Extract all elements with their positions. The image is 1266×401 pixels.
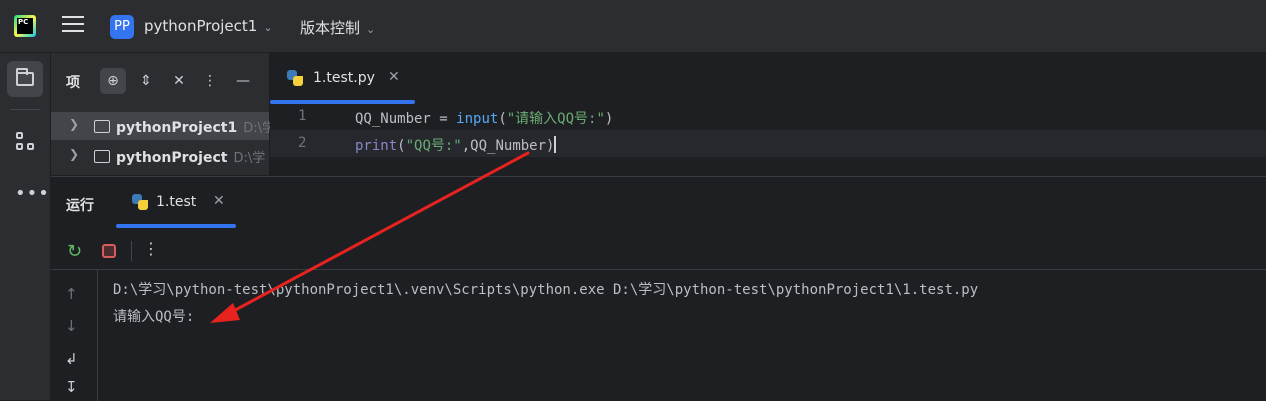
code-editor[interactable]: 1.test.py ✕ 1 QQ_Number = input("请输入QQ号:… <box>270 53 1266 175</box>
stop-icon[interactable] <box>102 244 116 258</box>
arrow-up-icon[interactable]: ↑ <box>65 285 78 303</box>
python-file-icon <box>287 70 303 86</box>
collapse-all-icon[interactable]: ✕ <box>166 68 192 94</box>
run-tab[interactable]: 1.test ✕ <box>116 177 236 229</box>
more-horizontal-icon: ••• <box>15 183 50 204</box>
console-output[interactable]: D:\学习\python-test\pythonProject1\.venv\S… <box>113 277 978 331</box>
options-icon[interactable]: ⋮ <box>197 68 223 94</box>
divider <box>131 241 132 261</box>
rerun-icon[interactable]: ↻ <box>67 241 82 262</box>
chevron-right-icon[interactable]: ❯ <box>69 147 79 161</box>
arrow-down-icon[interactable]: ↓ <box>65 317 78 335</box>
pycharm-logo-icon[interactable]: PC <box>14 15 36 37</box>
divider <box>10 109 40 110</box>
locate-file-icon[interactable]: ⊕ <box>100 68 126 94</box>
project-switcher[interactable]: pythonProject1 ⌄ <box>144 17 273 35</box>
hamburger-menu-icon[interactable] <box>62 16 84 36</box>
run-panel-title: 运行 <box>66 198 94 214</box>
close-icon[interactable]: ✕ <box>213 193 225 209</box>
project-name: pythonProject1 <box>144 17 258 35</box>
folder-icon <box>94 150 110 163</box>
tree-item-pythonproject[interactable]: ❯ pythonProject D:\学 <box>51 142 269 170</box>
run-toolbar: ↻ ⋮ <box>51 233 1266 270</box>
python-file-icon <box>132 194 148 210</box>
chevron-down-icon: ⌄ <box>366 23 376 36</box>
folder-icon <box>16 68 34 86</box>
code-line-2[interactable]: 2 print("QQ号:",QQ_Number) <box>270 130 1266 157</box>
line-number: 1 <box>298 108 307 124</box>
chevron-down-icon: ⌄ <box>263 21 273 34</box>
options-icon[interactable]: ⋮ <box>143 239 159 258</box>
run-tab-label: 1.test <box>156 194 197 210</box>
code-text: print("QQ号:",QQ_Number) <box>355 136 557 154</box>
text-caret <box>554 136 557 153</box>
tree-item-label: pythonProject1 D:\学 <box>116 120 275 136</box>
left-tool-strip: ••• <box>0 53 51 400</box>
editor-tab-label: 1.test.py <box>313 70 375 86</box>
project-tool-button[interactable] <box>7 61 43 97</box>
editor-tab[interactable]: 1.test.py ✕ <box>270 53 415 105</box>
active-tab-indicator <box>116 224 236 228</box>
scroll-to-end-icon[interactable]: ↧ <box>65 378 78 396</box>
project-panel-title: 项 <box>66 75 80 91</box>
expand-all-icon[interactable]: ⇕ <box>133 68 159 94</box>
soft-wrap-icon[interactable]: ↲ <box>65 350 78 368</box>
code-text: QQ_Number = input("请输入QQ号:") <box>355 111 614 127</box>
hide-panel-icon[interactable]: — <box>230 68 256 94</box>
title-bar: PC PP pythonProject1 ⌄ 版本控制 ⌄ <box>0 0 1266 53</box>
project-badge[interactable]: PP <box>110 15 134 39</box>
structure-tool-button[interactable] <box>7 123 43 159</box>
tree-item-path: D:\学 <box>233 151 266 166</box>
vcs-menu[interactable]: 版本控制 ⌄ <box>300 17 375 38</box>
console-line: 请输入QQ号: <box>113 309 195 325</box>
project-panel: 项 ⊕ ⇕ ✕ ⋮ — ❯ pythonProject1 D:\学 ❯ pytho… <box>51 53 275 175</box>
vcs-label: 版本控制 <box>300 19 361 37</box>
line-number: 2 <box>298 135 307 151</box>
structure-icon <box>16 132 36 152</box>
tree-item-label: pythonProject D:\学 <box>116 150 266 166</box>
code-line-1[interactable]: 1 QQ_Number = input("请输入QQ号:") <box>270 103 1266 130</box>
close-icon[interactable]: ✕ <box>388 69 400 85</box>
tree-item-pythonproject1[interactable]: ❯ pythonProject1 D:\学 <box>51 112 275 140</box>
console-side-toolbar: ↑ ↓ ↲ ↧ <box>51 270 98 401</box>
folder-icon <box>94 120 110 133</box>
console-line: D:\学习\python-test\pythonProject1\.venv\S… <box>113 282 979 298</box>
more-tools-button[interactable]: ••• <box>7 175 49 211</box>
chevron-right-icon[interactable]: ❯ <box>69 117 79 131</box>
run-panel: 运行 1.test ✕ ↻ ⋮ ↑ ↓ ↲ ↧ D:\学习\python-tes… <box>51 176 1266 401</box>
